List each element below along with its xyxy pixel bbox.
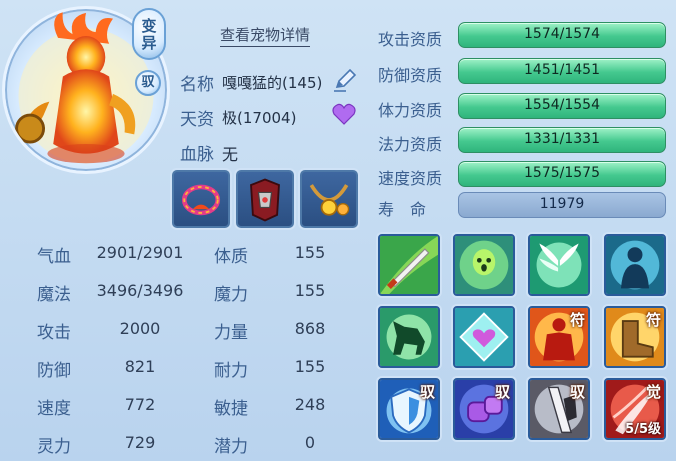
skill-level-12: 5/5级: [625, 422, 661, 437]
skill-badge-7: 符: [569, 311, 585, 329]
attr-value-attack: 2000: [119, 319, 161, 338]
wings-icon: [530, 236, 588, 294]
attr-value-defense: 821: [124, 357, 156, 376]
skill-slot-3[interactable]: [528, 234, 590, 296]
attr-value-spirit: 729: [124, 433, 156, 452]
skill-slot-9[interactable]: 驭: [378, 378, 440, 440]
skill-slot-7[interactable]: 符: [528, 306, 590, 368]
skill-slot-12[interactable]: 觉 5/5级: [604, 378, 666, 440]
skill-slot-4[interactable]: [604, 234, 666, 296]
heart-shield-icon: [455, 308, 513, 366]
lifespan-label: 寿 命: [378, 200, 427, 219]
attr-label-strength: 力量: [214, 323, 248, 343]
pet-name-value: 嘎嘎猛的(145): [222, 74, 323, 92]
attr-label-mp: 魔法: [37, 285, 71, 305]
bloodline-label: 血脉: [180, 145, 214, 165]
sword-strike-icon: [380, 236, 438, 294]
pencil-icon[interactable]: [332, 67, 358, 93]
ghost-spirit-icon: [455, 236, 513, 294]
aptitude-value: 极(17004): [222, 109, 297, 127]
variant-badge-text: 变 异: [141, 17, 157, 52]
skill-badge-12: 觉: [645, 383, 661, 401]
armor-icon: [250, 178, 280, 222]
apt-bar-speed[interactable]: 1575/1575: [458, 161, 666, 187]
attr-label-potential: 潜力: [214, 437, 248, 457]
horse-icon: [380, 308, 438, 366]
equip-slot-necklace[interactable]: [300, 170, 358, 228]
attr-label-endurance: 耐力: [214, 361, 248, 381]
bind-badge-text: 驭: [141, 75, 155, 90]
attr-label-magic: 魔力: [214, 285, 248, 305]
skill-slot-2[interactable]: [453, 234, 515, 296]
attr-label-hp: 气血: [37, 247, 71, 267]
lifespan-bar: 11979: [458, 192, 666, 218]
skill-badge-8: 符: [645, 311, 661, 329]
skill-badge-9: 驭: [419, 383, 435, 401]
apt-bar-stamina[interactable]: 1554/1554: [458, 93, 666, 119]
attr-value-magic: 155: [294, 281, 326, 300]
skill-slot-1[interactable]: [378, 234, 440, 296]
attr-value-endurance: 155: [294, 357, 326, 376]
apt-label-speed: 速度资质: [378, 169, 443, 188]
pet-detail-panel: 变 异 驭 查看宠物详情 名称 嘎嘎猛的(145) 天资 极(17004) 血脉…: [0, 0, 676, 461]
apt-label-mana: 法力资质: [378, 135, 443, 154]
necklace-icon: [309, 184, 350, 216]
skill-slot-10[interactable]: 驭: [453, 378, 515, 440]
bloodline-value: 无: [222, 145, 239, 164]
apt-label-attack: 攻击资质: [378, 30, 443, 49]
attr-value-constitution: 155: [294, 243, 326, 262]
apt-label-defense: 防御资质: [378, 66, 443, 85]
skill-slot-8[interactable]: 符: [604, 306, 666, 368]
variant-badge: 变 异: [132, 8, 166, 60]
equip-slot-armor[interactable]: [236, 170, 294, 228]
skill-badge-11: 驭: [569, 383, 585, 401]
attr-value-mp: 3496/3496: [96, 281, 184, 300]
attr-value-potential: 0: [304, 433, 316, 452]
view-pet-details-link[interactable]: 查看宠物详情: [220, 24, 311, 47]
attr-label-attack: 攻击: [37, 323, 71, 343]
attr-label-agility: 敏捷: [214, 399, 248, 419]
collar-icon: [181, 184, 221, 216]
attr-label-speed: 速度: [37, 399, 71, 419]
attr-label-defense: 防御: [37, 361, 71, 381]
attr-value-speed: 772: [124, 395, 156, 414]
attr-value-strength: 868: [294, 319, 326, 338]
shadow-figure-icon: [606, 236, 664, 294]
skill-badge-10: 驭: [494, 383, 510, 401]
heart-icon[interactable]: [332, 103, 356, 125]
apt-bar-defense[interactable]: 1451/1451: [458, 58, 666, 84]
skill-slot-5[interactable]: [378, 306, 440, 368]
apt-bar-mana[interactable]: 1331/1331: [458, 127, 666, 153]
aptitude-label: 天资: [180, 110, 214, 130]
apt-label-stamina: 体力资质: [378, 101, 443, 120]
attr-label-constitution: 体质: [214, 247, 248, 267]
equip-slot-collar[interactable]: [172, 170, 230, 228]
apt-bar-attack[interactable]: 1574/1574: [458, 22, 666, 48]
attr-value-agility: 248: [294, 395, 326, 414]
attr-value-hp: 2901/2901: [96, 243, 184, 262]
bind-badge: 驭: [135, 70, 161, 96]
attr-label-spirit: 灵力: [37, 437, 71, 457]
skill-slot-6[interactable]: [453, 306, 515, 368]
name-label: 名称: [180, 75, 214, 95]
skill-slot-11[interactable]: 驭: [528, 378, 590, 440]
